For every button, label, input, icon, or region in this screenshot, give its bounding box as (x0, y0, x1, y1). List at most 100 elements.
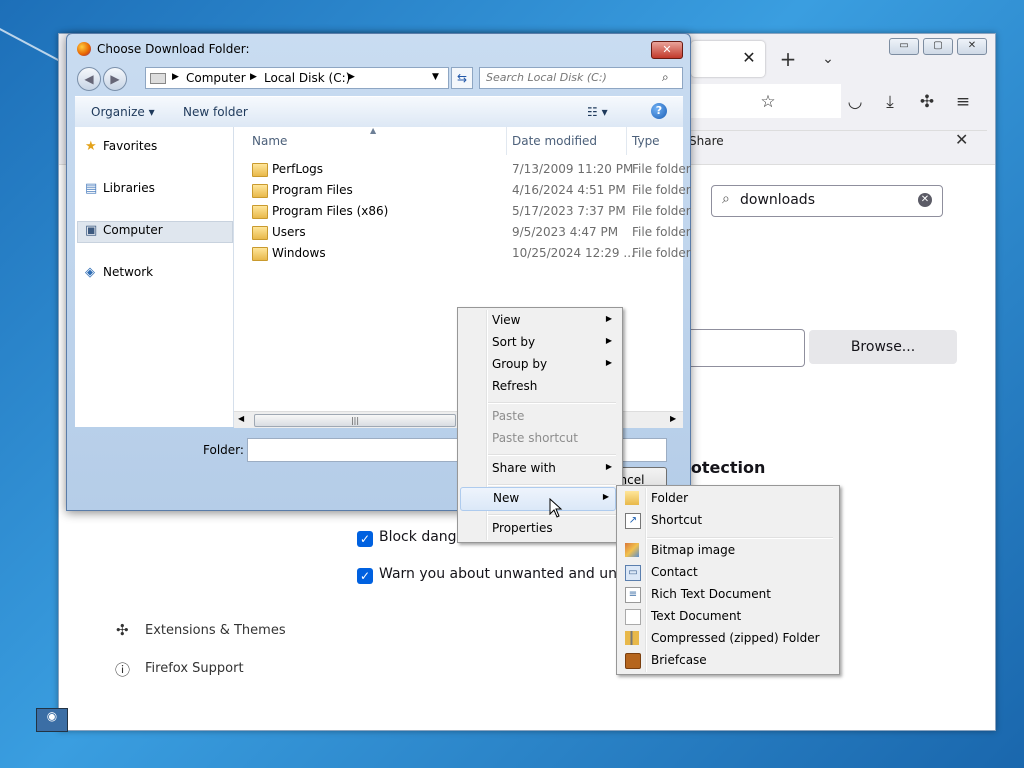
scroll-thumb[interactable]: ||| (254, 414, 456, 427)
nav-libraries[interactable]: ▤ Libraries (85, 181, 155, 196)
tab-close-icon[interactable]: ✕ (739, 48, 759, 68)
back-arrow-icon[interactable]: ◀ (77, 67, 101, 91)
share-label[interactable]: Share (689, 134, 724, 148)
window-close-button[interactable]: ✕ (957, 38, 987, 55)
menu-item-paste-shortcut[interactable]: Paste shortcut (460, 428, 618, 450)
firefox-support-link[interactable]: Firefox Support (145, 661, 244, 676)
table-row[interactable]: Program Files 4/16/2024 4:51 PM File fol… (234, 180, 691, 201)
search-icon: ⌕ (722, 191, 730, 207)
bookmark-star-icon[interactable]: ☆ (757, 91, 779, 113)
nav-favorites[interactable]: ★ Favorites (85, 139, 157, 154)
menu-item-label: Group by (492, 357, 548, 371)
file-name: Users (272, 225, 306, 239)
command-bar: Organize ▾ New folder ☷ ▾ ? (75, 96, 683, 128)
new-folder-button[interactable]: New folder (183, 105, 248, 119)
tab-list-chevron-icon[interactable]: ⌄ (817, 48, 839, 70)
menu-item-label: Text Document (651, 609, 742, 623)
menu-item-label: Folder (651, 491, 689, 505)
scroll-left-icon[interactable]: ◀ (238, 414, 244, 423)
file-name: Program Files (x86) (272, 204, 389, 218)
nav-computer[interactable]: ▣ Computer (85, 223, 163, 238)
scroll-right-icon[interactable]: ▶ (670, 414, 676, 423)
views-button[interactable]: ☷ ▾ (587, 105, 608, 119)
submenu-arrow-icon: ▶ (605, 358, 612, 367)
address-dropdown-icon[interactable]: ▼ (432, 72, 439, 82)
settings-search-input[interactable]: ⌕ downloads ✕ (711, 185, 943, 217)
menu-item-paste[interactable]: Paste (460, 406, 618, 428)
submenu-item-folder[interactable]: Folder (619, 488, 835, 510)
block-dangerous-label: Block dange (379, 529, 466, 545)
minimize-button[interactable]: ▭ (889, 38, 919, 55)
submenu-item-briefcase[interactable]: Briefcase (619, 650, 835, 672)
submenu-item-zip[interactable]: Compressed (zipped) Folder (619, 628, 835, 650)
address-bar[interactable]: ▶ Computer ▶ Local Disk (C:) ▶ ▼ (145, 67, 449, 89)
table-row[interactable]: Program Files (x86) 5/17/2023 7:37 PM Fi… (234, 201, 691, 222)
maximize-button[interactable]: ▢ (923, 38, 953, 55)
new-tab-button[interactable]: + (777, 48, 799, 70)
downloads-icon[interactable]: ⤓ (879, 91, 901, 113)
clear-search-icon[interactable]: ✕ (918, 193, 932, 207)
breadcrumb-separator-icon[interactable]: ▶ (348, 72, 355, 82)
column-type[interactable]: Type (632, 134, 660, 148)
submenu-item-shortcut[interactable]: ↗ Shortcut (619, 510, 835, 532)
menu-icon[interactable]: ≡ (952, 91, 974, 113)
drive-icon (150, 73, 166, 84)
breadcrumb-computer[interactable]: Computer (186, 71, 246, 85)
dialog-title: Choose Download Folder: (97, 42, 250, 56)
text-document-icon (625, 609, 641, 625)
warn-unwanted-checkbox[interactable]: ✓ (357, 568, 373, 584)
extensions-icon[interactable]: ✣ (916, 91, 938, 113)
pocket-icon[interactable]: ◡ (844, 91, 866, 113)
menu-item-refresh[interactable]: Refresh (460, 376, 618, 398)
menu-item-view[interactable]: View ▶ (460, 310, 618, 332)
nav-network[interactable]: ◈ Network (85, 265, 153, 280)
network-icon: ◈ (85, 265, 95, 280)
browse-button[interactable]: Browse... (809, 330, 957, 364)
sort-ascending-icon: ▲ (370, 126, 377, 135)
menu-item-label: Paste shortcut (492, 431, 578, 445)
submenu-item-bitmap[interactable]: Bitmap image (619, 540, 835, 562)
search-placeholder: Search Local Disk (C:) (486, 71, 607, 84)
column-divider[interactable] (506, 127, 507, 155)
table-row[interactable]: PerfLogs 7/13/2009 11:20 PM File folder (234, 159, 691, 180)
menu-item-sort-by[interactable]: Sort by ▶ (460, 332, 618, 354)
menu-item-group-by[interactable]: Group by ▶ (460, 354, 618, 376)
nav-computer-label: Computer (103, 223, 163, 237)
submenu-item-text[interactable]: Text Document (619, 606, 835, 628)
menu-item-label: Compressed (zipped) Folder (651, 631, 820, 645)
menu-item-new[interactable]: New ▶ (460, 487, 616, 511)
nav-favorites-label: Favorites (103, 139, 158, 153)
breadcrumb-separator-icon[interactable]: ▶ (172, 72, 179, 82)
folder-search-input[interactable]: Search Local Disk (C:) ⌕ (479, 67, 683, 89)
column-name[interactable]: Name (252, 134, 287, 148)
forward-arrow-icon[interactable]: ▶ (103, 67, 127, 91)
download-folder-field[interactable] (691, 329, 805, 367)
organize-button[interactable]: Organize ▾ (91, 105, 155, 119)
folder-icon (252, 247, 268, 261)
warn-unwanted-label: Warn you about unwanted and unco (379, 566, 634, 582)
briefcase-icon (625, 653, 641, 669)
start-orb-icon[interactable]: ◉ (36, 708, 68, 732)
menu-item-properties[interactable]: Properties (460, 518, 618, 540)
find-close-icon[interactable]: ✕ (955, 130, 968, 149)
dialog-close-button[interactable]: ✕ (651, 41, 683, 59)
block-dangerous-checkbox[interactable]: ✓ (357, 531, 373, 547)
breadcrumb-separator-icon[interactable]: ▶ (250, 72, 257, 82)
breadcrumb-local-disk[interactable]: Local Disk (C:) (264, 71, 350, 85)
submenu-item-rtf[interactable]: ≡ Rich Text Document (619, 584, 835, 606)
help-icon[interactable]: ? (651, 103, 667, 119)
star-icon: ★ (85, 139, 97, 154)
extensions-themes-link[interactable]: Extensions & Themes (145, 623, 286, 638)
column-divider[interactable] (626, 127, 627, 155)
menu-separator (647, 537, 833, 539)
refresh-icon[interactable]: ⇆ (451, 67, 473, 89)
menu-item-label: Contact (651, 565, 698, 579)
menu-item-share-with[interactable]: Share with ▶ (460, 458, 618, 480)
submenu-item-contact[interactable]: ▭ Contact (619, 562, 835, 584)
file-type: File folder (632, 183, 691, 197)
file-name: Program Files (272, 183, 353, 197)
table-row[interactable]: Windows 10/25/2024 12:29 ... File folder (234, 243, 691, 264)
table-row[interactable]: Users 9/5/2023 4:47 PM File folder (234, 222, 691, 243)
nav-network-label: Network (103, 265, 154, 279)
column-date[interactable]: Date modified (512, 134, 597, 148)
